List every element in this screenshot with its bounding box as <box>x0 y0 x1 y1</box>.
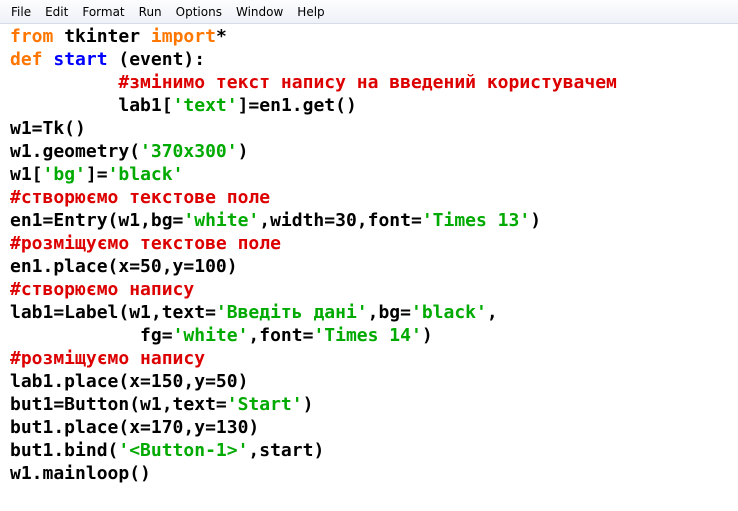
code-token: fg= <box>10 325 173 346</box>
code-line[interactable]: but1=Button(w1,text='Start') <box>10 393 738 416</box>
code-token: tkinter <box>53 26 151 47</box>
code-line[interactable]: #розміщуємо текстове поле <box>10 232 738 255</box>
function-name-token: start <box>53 49 108 70</box>
string-token: 'bg' <box>42 164 86 185</box>
menu-edit[interactable]: Edit <box>38 2 75 22</box>
code-token: ]= <box>85 164 108 185</box>
code-token: ,bg= <box>367 302 411 323</box>
code-token: (event): <box>107 49 206 70</box>
string-token: 'Times 14' <box>313 325 422 346</box>
menu-format[interactable]: Format <box>75 2 131 22</box>
code-token: * <box>215 26 227 47</box>
code-line[interactable]: w1.geometry('370x300') <box>10 140 738 163</box>
string-token: 'white' <box>172 325 249 346</box>
code-line[interactable]: lab1=Label(w1,text='Введіть дані',bg='bl… <box>10 301 738 324</box>
code-token: but1.place(x=170,y=130) <box>10 417 260 438</box>
string-token: 'Введіть дані' <box>215 302 368 323</box>
code-token: lab1.place(x=150,y=50) <box>10 371 249 392</box>
menu-file[interactable]: File <box>4 2 38 22</box>
code-line[interactable]: en1.place(x=50,y=100) <box>10 255 738 278</box>
keyword-token: from <box>10 26 54 47</box>
menu-run[interactable]: Run <box>132 2 169 22</box>
comment-token: #змінимо текст напису на введений корист… <box>118 72 617 93</box>
string-token: '<Button-1>' <box>118 440 249 461</box>
code-line[interactable]: but1.bind('<Button-1>',start) <box>10 439 738 462</box>
code-token: w1.mainloop() <box>10 463 151 484</box>
code-line[interactable]: #розміщуємо напису <box>10 347 738 370</box>
code-line[interactable]: #створюємо текстове поле <box>10 186 738 209</box>
code-line[interactable]: lab1.place(x=150,y=50) <box>10 370 738 393</box>
code-line[interactable]: en1=Entry(w1,bg='white',width=30,font='T… <box>10 209 738 232</box>
code-line[interactable]: #змінимо текст напису на введений корист… <box>10 71 738 94</box>
code-token: , <box>486 302 498 323</box>
code-token: lab1[ <box>10 95 173 116</box>
comment-token: #створюємо текстове поле <box>10 187 271 208</box>
menu-window[interactable]: Window <box>229 2 290 22</box>
keyword-token: import <box>150 26 216 47</box>
string-token: 'text' <box>172 95 238 116</box>
code-token: but1=Button(w1,text= <box>10 394 227 415</box>
comment-token: #розміщуємо текстове поле <box>10 233 281 254</box>
comment-token: #створюємо напису <box>10 279 195 300</box>
code-token: ) <box>302 394 314 415</box>
code-token: ]=en1.get() <box>237 95 357 116</box>
code-token: w1.geometry( <box>10 141 141 162</box>
code-line[interactable]: from tkinter import* <box>10 25 738 48</box>
code-line[interactable]: w1.mainloop() <box>10 462 738 485</box>
comment-token: #розміщуємо напису <box>10 348 206 369</box>
code-line[interactable]: but1.place(x=170,y=130) <box>10 416 738 439</box>
code-text-area[interactable]: from tkinter import* def start (event): #… <box>0 25 738 485</box>
code-token: lab1=Label(w1,text= <box>10 302 216 323</box>
code-line[interactable]: w1=Tk() <box>10 117 738 140</box>
code-token: ,start) <box>248 440 325 461</box>
code-token: en1.place(x=50,y=100) <box>10 256 238 277</box>
string-token: 'white' <box>183 210 260 231</box>
code-editor[interactable]: from tkinter import* def start (event): #… <box>0 25 738 511</box>
string-token: '370x300' <box>140 141 238 162</box>
string-token: 'black' <box>410 302 487 323</box>
code-line[interactable]: w1['bg']='black' <box>10 163 738 186</box>
menu-bar: File Edit Format Run Options Window Help <box>0 0 738 24</box>
keyword-token: def <box>10 49 43 70</box>
code-token: ) <box>530 210 542 231</box>
code-token: w1[ <box>10 164 43 185</box>
menu-options[interactable]: Options <box>169 2 229 22</box>
string-token: 'Start' <box>226 394 303 415</box>
string-token: 'black' <box>107 164 184 185</box>
code-line[interactable]: lab1['text']=en1.get() <box>10 94 738 117</box>
code-token: ,font= <box>248 325 314 346</box>
code-token: ) <box>421 325 433 346</box>
string-token: 'Times 13' <box>421 210 531 231</box>
menu-help[interactable]: Help <box>290 2 331 22</box>
code-token: en1=Entry(w1,bg= <box>10 210 184 231</box>
code-line[interactable]: def start (event): <box>10 48 738 71</box>
code-token: ,width=30,font= <box>259 210 422 231</box>
code-token: but1.bind( <box>10 440 119 461</box>
code-line[interactable]: fg='white',font='Times 14') <box>10 324 738 347</box>
code-token: ) <box>237 141 249 162</box>
code-token: w1=Tk() <box>10 118 86 139</box>
code-line[interactable]: #створюємо напису <box>10 278 738 301</box>
